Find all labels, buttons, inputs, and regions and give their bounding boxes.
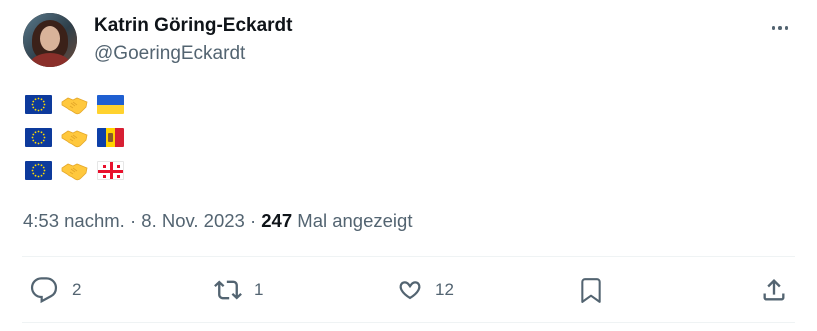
reply-count: 2 <box>72 280 82 299</box>
more-options-icon[interactable] <box>765 16 795 40</box>
ukraine-flag-icon <box>97 95 124 114</box>
tweet-line-moldova <box>25 126 124 149</box>
author-handle[interactable]: @GoeringEckardt <box>94 43 245 65</box>
tweet-text <box>25 93 124 192</box>
moldova-flag-icon <box>97 128 124 147</box>
eu-flag-icon <box>25 128 52 147</box>
handshake-icon <box>61 94 88 116</box>
divider <box>22 256 795 257</box>
repost-icon <box>214 280 242 300</box>
reply-button[interactable]: 2 <box>30 270 81 310</box>
views-count[interactable]: 247 <box>261 210 292 231</box>
georgia-flag-icon <box>97 161 124 180</box>
tweet-line-georgia <box>25 159 124 182</box>
repost-button[interactable]: 1 <box>213 270 263 310</box>
tweet-line-ukraine <box>25 93 124 116</box>
handshake-icon <box>61 127 88 149</box>
avatar[interactable] <box>23 13 77 67</box>
divider <box>22 322 795 323</box>
views-label[interactable]: Mal angezeigt <box>292 210 412 231</box>
eu-flag-icon <box>25 95 52 114</box>
heart-icon <box>399 281 421 300</box>
author-name[interactable]: Katrin Göring-Eckardt <box>94 15 292 37</box>
tweet-card: Katrin Göring-Eckardt @GoeringEckardt 4:… <box>0 0 817 331</box>
tweet-meta: 4:53 nachm. · 8. Nov. 2023 · 247 Mal ang… <box>23 210 412 232</box>
tweet-date[interactable]: 8. Nov. 2023 <box>141 210 245 231</box>
reply-icon <box>30 277 58 304</box>
meta-separator: · <box>124 210 142 231</box>
like-button[interactable]: 12 <box>396 270 454 310</box>
tweet-time[interactable]: 4:53 nachm. <box>23 210 125 231</box>
share-icon <box>763 279 785 301</box>
handshake-icon <box>61 160 88 182</box>
like-count: 12 <box>435 280 454 299</box>
action-bar: 2 1 12 <box>0 270 817 310</box>
repost-count: 1 <box>254 280 264 299</box>
eu-flag-icon <box>25 161 52 180</box>
meta-separator: · <box>244 210 262 231</box>
bookmark-icon <box>581 278 601 303</box>
bookmark-button[interactable] <box>578 270 604 310</box>
share-button[interactable] <box>760 270 788 310</box>
